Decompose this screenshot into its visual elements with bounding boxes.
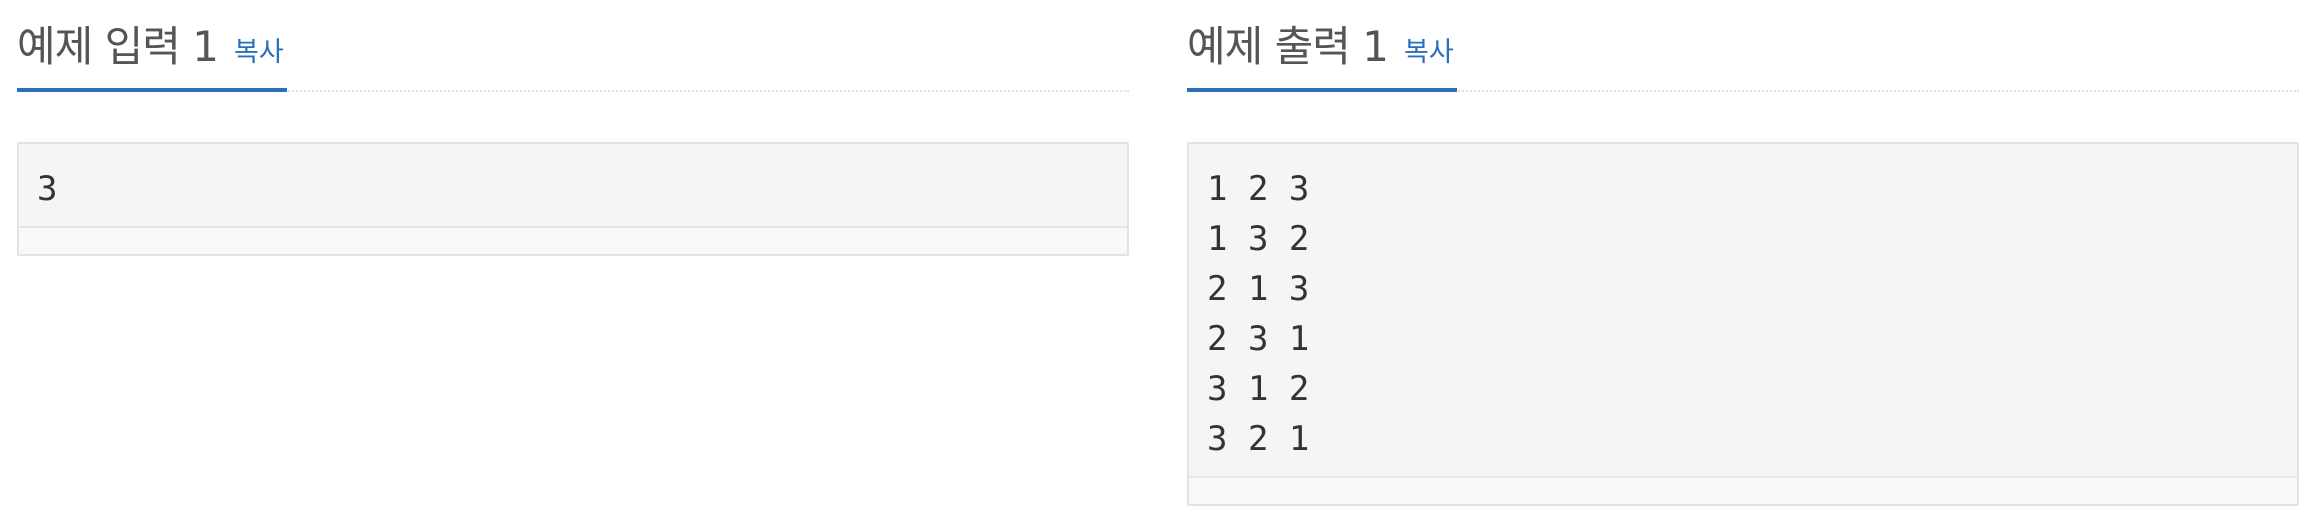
sample-output-box: 1 2 3 1 3 2 2 1 3 2 3 1 3 1 2 3 2 1 <box>1187 142 2299 506</box>
sample-input-panel: 예제 입력 1 복사 3 <box>17 0 1129 256</box>
sample-input-title: 예제 입력 1 <box>17 22 219 71</box>
sample-output-title: 예제 출력 1 <box>1187 22 1389 71</box>
sample-output-panel: 예제 출력 1 복사 1 2 3 1 3 2 2 1 3 2 3 1 3 1 2… <box>1187 0 2299 506</box>
sample-input-headline: 예제 입력 1 복사 <box>17 0 1129 92</box>
sample-input-title-underline: 예제 입력 1 복사 <box>17 2 287 92</box>
sample-input-box-footer <box>19 226 1127 254</box>
copy-input-button[interactable]: 복사 <box>234 39 284 68</box>
sample-input-box: 3 <box>17 142 1129 256</box>
sample-output-headline: 예제 출력 1 복사 <box>1187 0 2299 92</box>
sample-input-text[interactable]: 3 <box>19 144 1127 226</box>
sample-output-box-footer <box>1189 476 2297 504</box>
copy-output-button[interactable]: 복사 <box>1404 39 1454 68</box>
sample-output-text[interactable]: 1 2 3 1 3 2 2 1 3 2 3 1 3 1 2 3 2 1 <box>1189 144 2297 476</box>
sample-output-title-underline: 예제 출력 1 복사 <box>1187 2 1457 92</box>
